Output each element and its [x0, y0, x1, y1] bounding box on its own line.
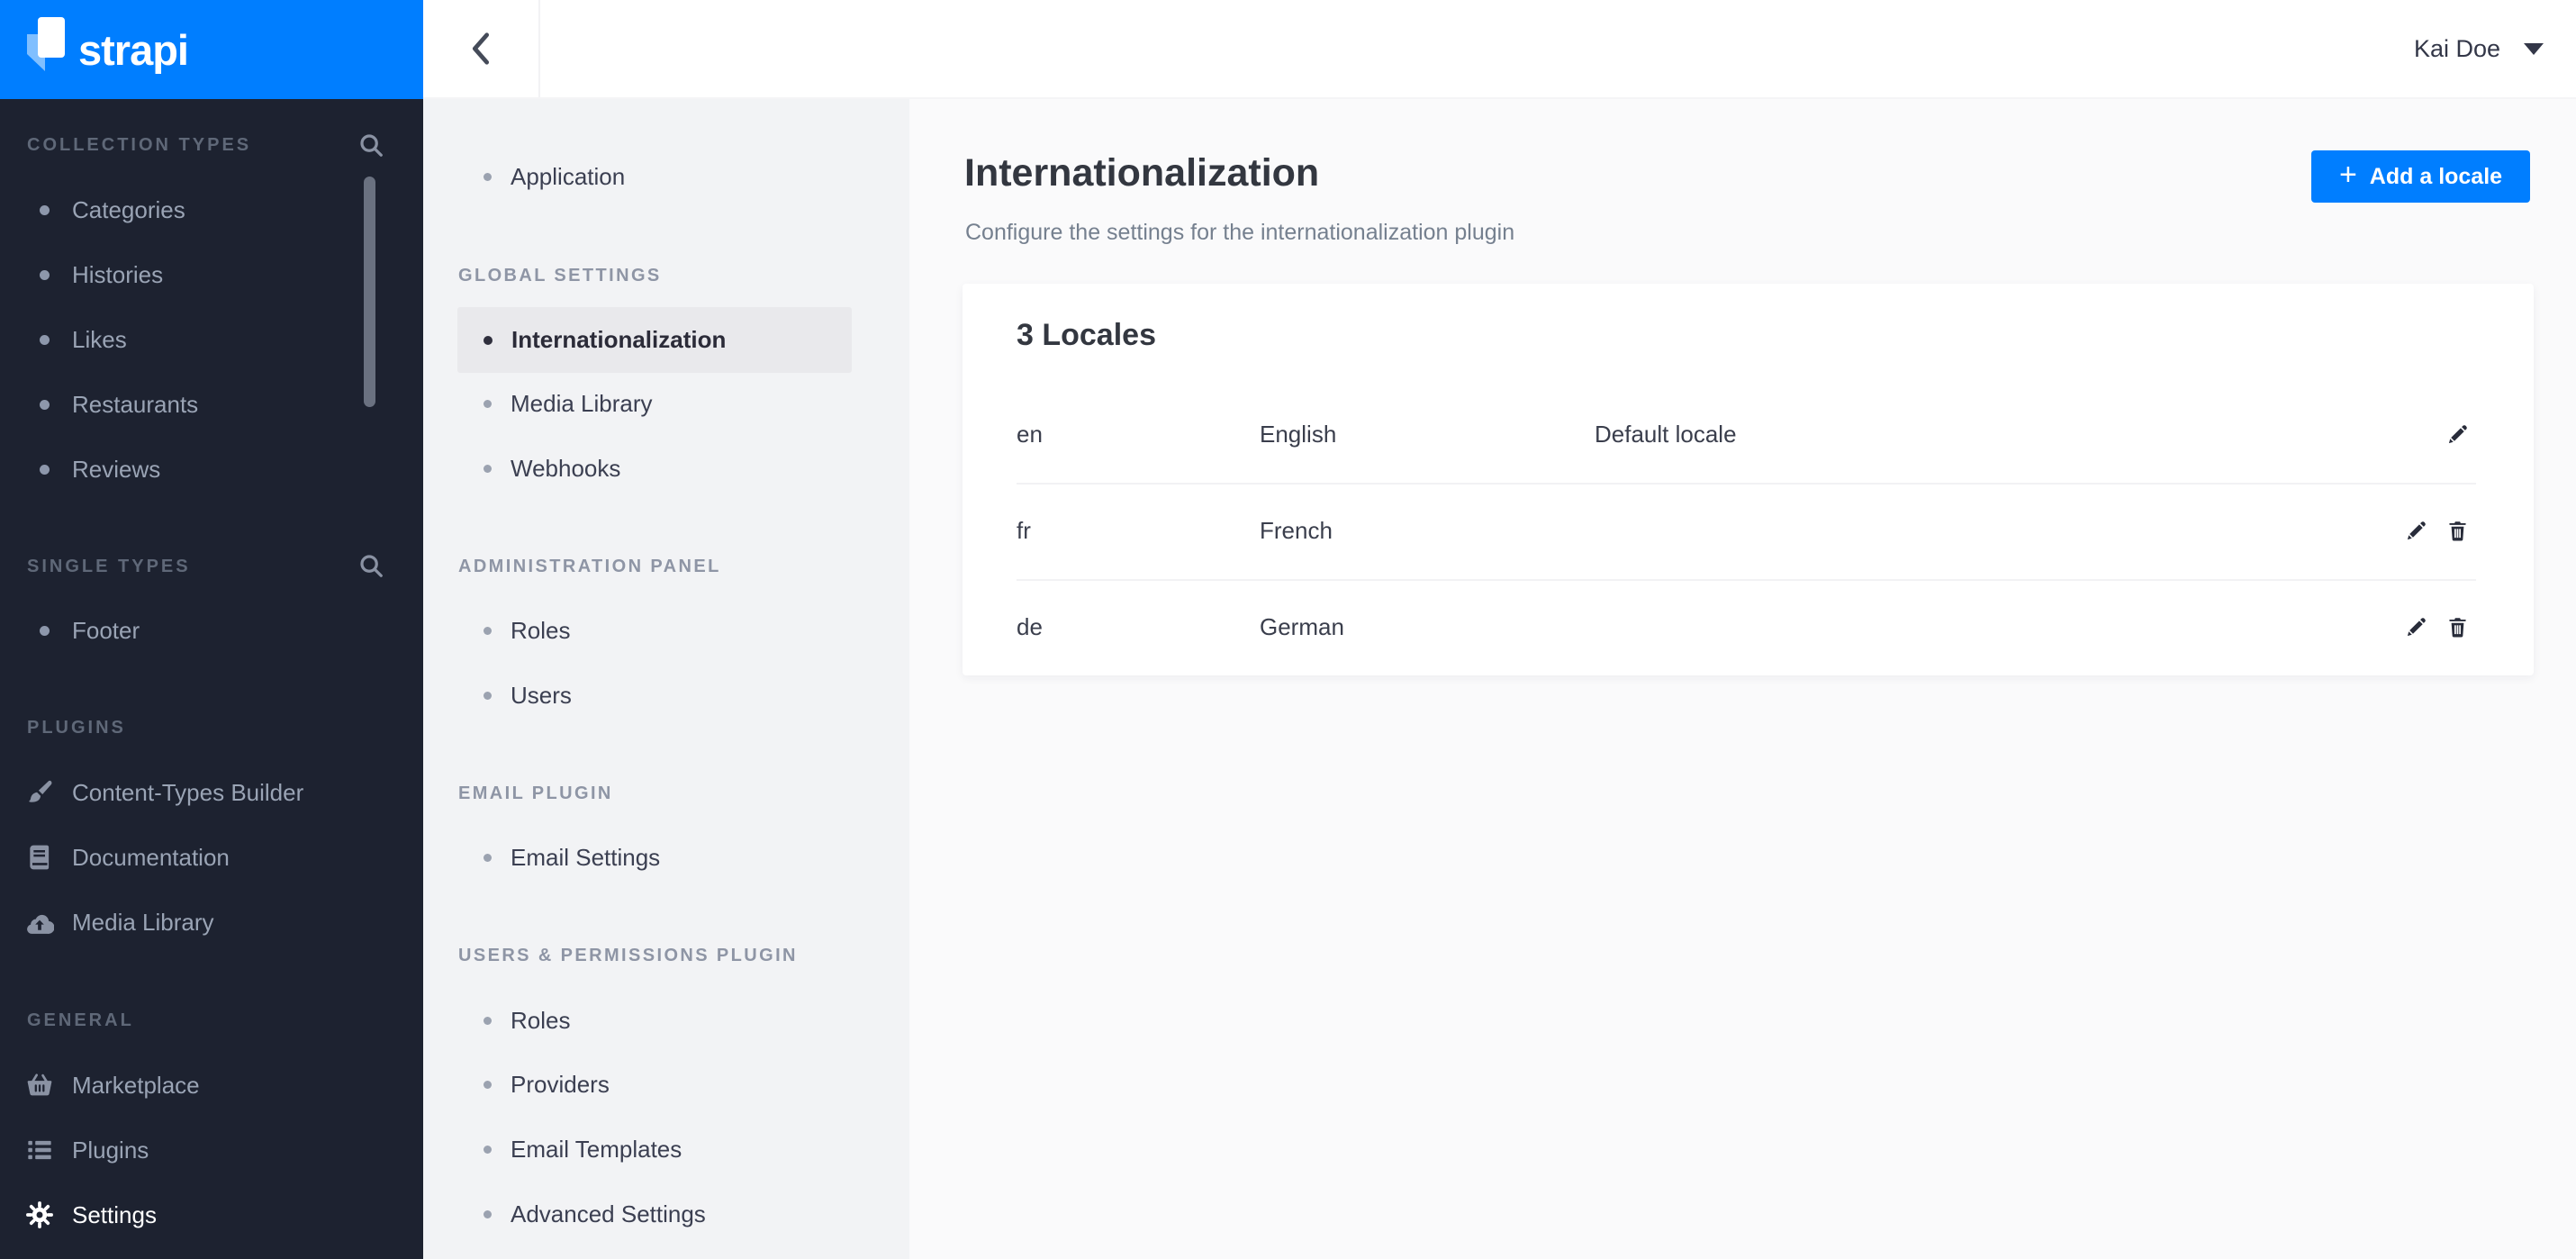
bullet-icon	[40, 625, 50, 636]
bullet-icon	[484, 1145, 492, 1154]
gear-icon	[26, 1201, 53, 1228]
bullet-icon	[40, 204, 50, 215]
trash-icon	[2448, 521, 2466, 541]
trash-icon	[2448, 618, 2466, 638]
section-header-plugins: PLUGINS	[27, 717, 126, 738]
section-header-users-permissions-plugin: USERS & PERMISSIONS PLUGIN	[458, 945, 798, 965]
bullet-icon	[484, 691, 492, 700]
sidebar-item-documentation[interactable]: Documentation	[0, 825, 423, 890]
bullet-icon	[40, 334, 50, 345]
book-icon	[30, 845, 50, 870]
locale-code: fr	[1017, 517, 1031, 544]
bullet-icon	[40, 464, 50, 475]
sidebar-item-likes[interactable]: Likes	[0, 307, 423, 372]
settings-item-providers[interactable]: Providers	[423, 1052, 909, 1117]
settings-item-admin-users[interactable]: Users	[423, 663, 909, 728]
locale-name: English	[1260, 421, 1337, 448]
add-locale-button[interactable]: + Add a locale	[2311, 150, 2530, 203]
settings-item-webhooks[interactable]: Webhooks	[423, 436, 909, 501]
bullet-icon	[484, 464, 492, 473]
section-header-single-types: SINGLE TYPES	[27, 556, 191, 576]
sidebar-item-marketplace[interactable]: Marketplace	[0, 1053, 423, 1118]
settings-item-internationalization[interactable]: Internationalization	[457, 307, 852, 373]
list-icon	[28, 1140, 51, 1160]
settings-item-up-roles[interactable]: Roles	[423, 988, 909, 1053]
user-menu[interactable]: Kai Doe	[2414, 0, 2544, 97]
pencil-icon	[2407, 521, 2426, 540]
locales-card: 3 Locales en English Default locale fr F…	[963, 284, 2534, 675]
sidebar-scrollbar-thumb[interactable]	[364, 177, 375, 407]
delete-locale-button[interactable]	[2445, 520, 2469, 543]
settings-item-application[interactable]: Application	[423, 144, 909, 209]
strapi-logo-text: strapi	[78, 25, 189, 74]
sidebar-item-restaurants[interactable]: Restaurants	[0, 372, 423, 437]
settings-sidebar: Application GLOBAL SETTINGS Internationa…	[423, 99, 909, 1259]
main-content: Internationalization Configure the setti…	[909, 99, 2576, 1259]
bullet-icon	[484, 1209, 492, 1218]
user-name: Kai Doe	[2413, 34, 2500, 62]
locale-name: German	[1260, 613, 1344, 640]
delete-locale-button[interactable]	[2445, 616, 2469, 639]
strapi-admin-settings-page: strapi COLLECTION TYPES Categories Histo…	[0, 0, 2576, 1259]
sidebar-item-histories[interactable]: Histories	[0, 242, 423, 307]
locale-row-en: en English Default locale	[963, 386, 2534, 483]
edit-locale-button[interactable]	[2404, 616, 2427, 639]
edit-locale-button[interactable]	[2445, 423, 2469, 447]
back-button[interactable]	[423, 0, 540, 97]
bullet-icon	[484, 1080, 492, 1089]
page-title: Internationalization	[964, 151, 1320, 195]
bullet-icon	[484, 1016, 492, 1025]
locale-name: French	[1260, 517, 1333, 544]
strapi-flag-icon	[27, 17, 65, 71]
section-header-global-settings: GLOBAL SETTINGS	[458, 265, 662, 285]
locale-code: en	[1017, 421, 1043, 448]
settings-item-email-templates[interactable]: Email Templates	[423, 1117, 909, 1182]
caret-down-icon	[2524, 42, 2544, 55]
bullet-icon	[40, 269, 50, 280]
section-header-administration-panel: ADMINISTRATION PANEL	[458, 556, 721, 576]
sidebar-item-reviews[interactable]: Reviews	[0, 437, 423, 502]
locale-code: de	[1017, 613, 1043, 640]
locale-row-de: de German	[963, 579, 2534, 675]
pencil-icon	[2448, 425, 2467, 444]
bullet-icon	[40, 399, 50, 410]
settings-item-email-settings[interactable]: Email Settings	[423, 825, 909, 890]
page-subtitle: Configure the settings for the internati…	[965, 220, 1515, 245]
sidebar-item-media-library[interactable]: Media Library	[0, 890, 423, 955]
bullet-icon	[484, 335, 493, 345]
section-header-email-plugin: EMAIL PLUGIN	[458, 783, 613, 803]
bullet-icon	[484, 853, 492, 862]
section-header-collection-types: COLLECTION TYPES	[27, 134, 252, 155]
bullet-icon	[484, 626, 492, 635]
edit-locale-button[interactable]	[2404, 520, 2427, 543]
strapi-logo[interactable]: strapi	[0, 0, 423, 99]
settings-item-advanced-settings[interactable]: Advanced Settings	[423, 1182, 909, 1246]
sidebar-item-footer[interactable]: Footer	[0, 598, 423, 663]
cloud-upload-icon	[27, 914, 54, 934]
locale-default-label: Default locale	[1595, 421, 1737, 448]
sidebar-item-settings[interactable]: Settings	[0, 1182, 423, 1247]
main-sidebar: strapi COLLECTION TYPES Categories Histo…	[0, 0, 423, 1259]
plus-icon: +	[2338, 158, 2357, 192]
bullet-icon	[484, 172, 492, 181]
sidebar-item-categories[interactable]: Categories	[0, 177, 423, 242]
locales-card-title: 3 Locales	[1017, 317, 1156, 352]
sidebar-item-plugins[interactable]: Plugins	[0, 1118, 423, 1182]
sidebar-item-content-types-builder[interactable]: Content-Types Builder	[0, 760, 423, 825]
search-icon[interactable]	[357, 552, 384, 579]
section-header-general: GENERAL	[27, 1010, 134, 1030]
shopping-basket-icon	[27, 1073, 52, 1096]
paintbrush-icon	[29, 780, 52, 802]
settings-item-media-library[interactable]: Media Library	[423, 371, 909, 436]
settings-item-admin-roles[interactable]: Roles	[423, 598, 909, 663]
search-icon[interactable]	[357, 131, 384, 159]
bullet-icon	[484, 399, 492, 408]
pencil-icon	[2407, 618, 2426, 637]
chevron-left-icon	[472, 32, 490, 65]
locale-row-fr: fr French	[963, 483, 2534, 579]
top-bar: Kai Doe	[423, 0, 2576, 99]
